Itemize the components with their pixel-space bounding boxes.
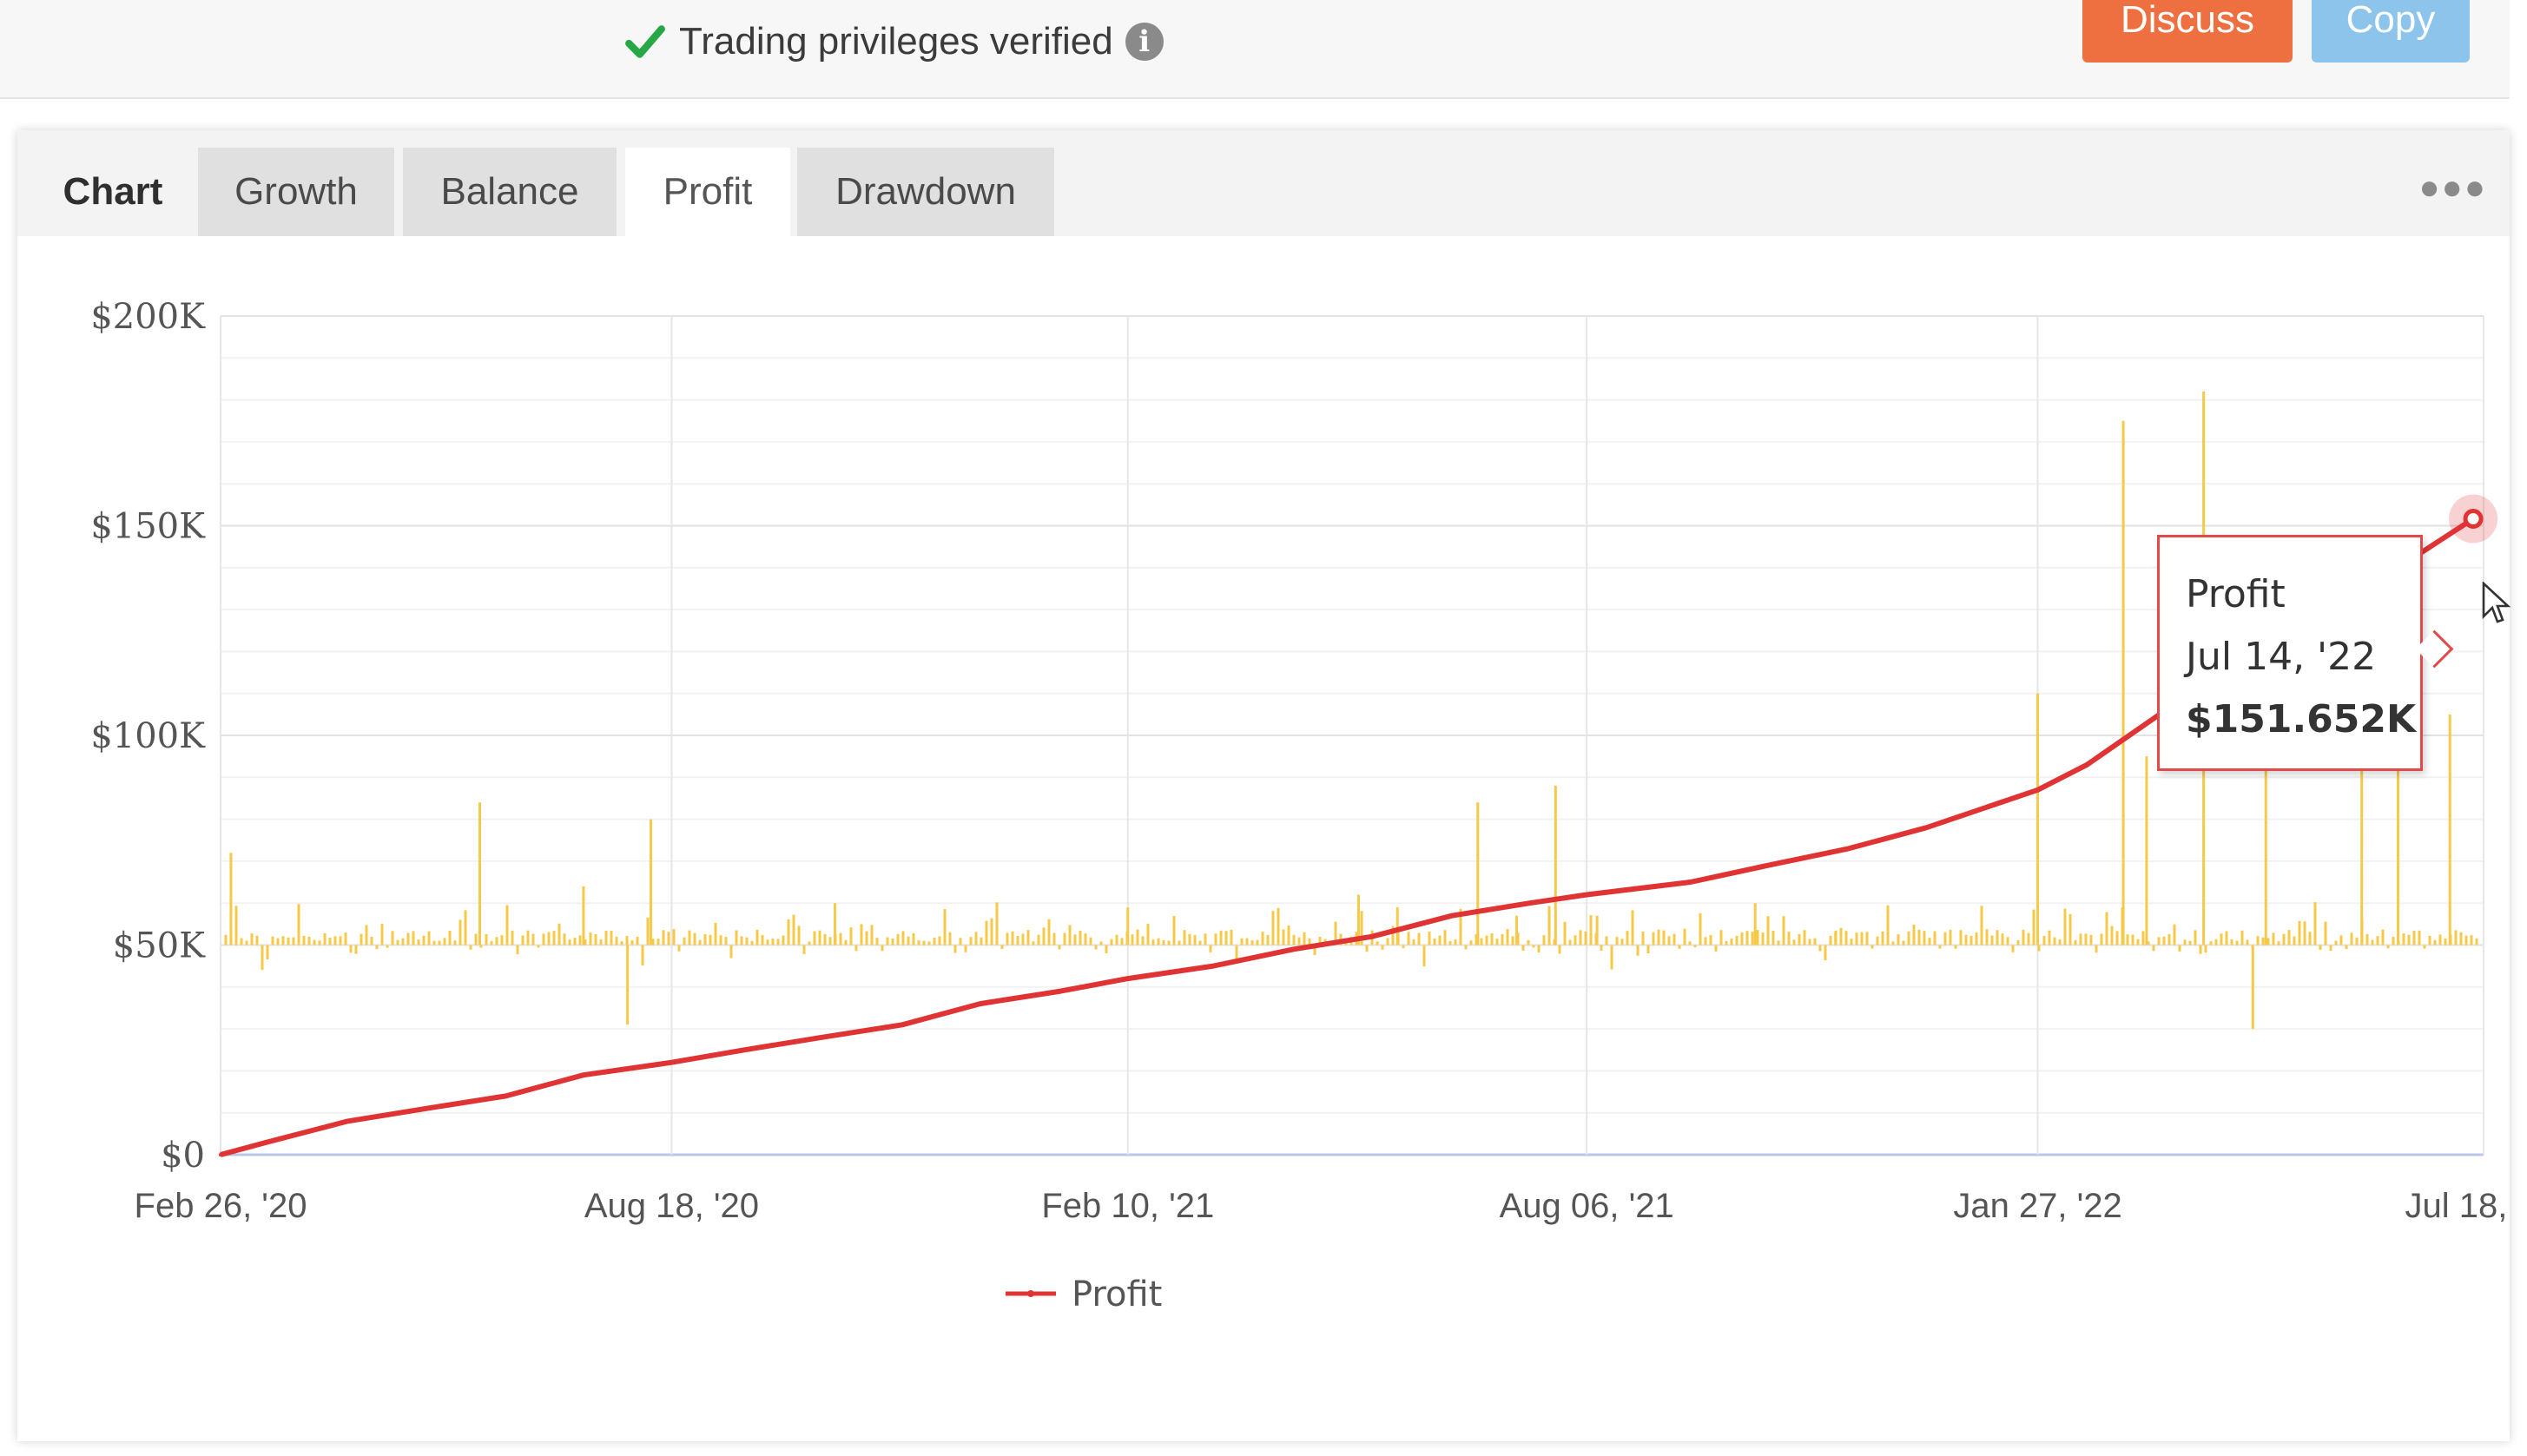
y-tick-label: $150K — [90, 507, 206, 547]
verified-status: Trading privileges verified i — [624, 16, 1164, 68]
chart-panel: Chart Growth Balance Profit Drawdown ●●●… — [17, 130, 2511, 1441]
profit-point — [504, 1094, 508, 1098]
profit-point — [346, 1119, 350, 1123]
profit-point — [2085, 762, 2089, 767]
tooltip-series: Profit — [2186, 572, 2286, 616]
tooltip-date: Jul 14, '22 — [2186, 635, 2377, 679]
profit-point — [1924, 826, 1929, 830]
profit-point — [2035, 787, 2040, 792]
profit-point — [978, 1002, 982, 1006]
chart-tooltip: Profit Jul 14, '22 $151.652K — [2157, 535, 2423, 771]
x-tick-label: Feb 26, '20 — [135, 1187, 307, 1225]
tab-drawdown[interactable]: Drawdown — [797, 148, 1054, 236]
profit-point — [1688, 880, 1692, 885]
profit-point — [219, 1153, 222, 1156]
verification-bar: Trading privileges verified i Discuss Co… — [0, 0, 2510, 99]
x-tick-label: Jan 27, '22 — [1953, 1187, 2121, 1225]
profit-point — [581, 1073, 585, 1077]
profit-point — [1449, 913, 1454, 918]
profit-point — [1291, 947, 1296, 952]
hover-point — [2463, 509, 2484, 530]
legend-marker — [1027, 1290, 1034, 1297]
tab-profit[interactable]: Profit — [625, 148, 790, 236]
profit-point — [1059, 989, 1063, 993]
profit-point — [423, 1106, 427, 1110]
profit-point — [1527, 901, 1532, 906]
profit-point — [1211, 964, 1216, 968]
profit-point — [901, 1023, 905, 1027]
cursor-icon — [2482, 582, 2511, 623]
profit-point — [820, 1035, 824, 1039]
profit-series-line — [220, 516, 2475, 1157]
x-tick-label: Aug 18, '20 — [584, 1187, 759, 1225]
more-horizontal-icon[interactable]: ●●● — [2419, 168, 2487, 208]
profit-point — [1846, 847, 1851, 851]
profit-chart: $0 $50K $100K $150K $200K Feb 26, '20 Aug 18, … — [90, 297, 2510, 1314]
profit-point — [1125, 977, 1130, 981]
tab-growth[interactable]: Growth — [198, 148, 394, 236]
tooltip-value: $151.652K — [2186, 697, 2417, 741]
y-tick-label: $50K — [113, 926, 206, 966]
info-icon[interactable]: i — [1125, 23, 1164, 61]
chart-tabs: Chart Growth Balance Profit Drawdown ●●● — [17, 130, 2510, 236]
legend-label: Profit — [1072, 1275, 1162, 1314]
discuss-button[interactable]: Discuss — [2082, 0, 2293, 63]
verified-text: Trading privileges verified — [679, 20, 1113, 63]
tab-chart: Chart — [63, 170, 163, 213]
y-tick-label: $0 — [161, 1136, 205, 1176]
y-tick-label: $100K — [90, 716, 206, 756]
profit-point — [1585, 893, 1589, 897]
check-icon — [625, 25, 665, 58]
x-tick-label: Feb 10, '21 — [1041, 1187, 1214, 1225]
x-tick-label: Jul 18, '22 — [2405, 1187, 2510, 1225]
profit-point — [1369, 934, 1374, 939]
profit-point — [670, 1060, 674, 1064]
tab-balance[interactable]: Balance — [403, 148, 617, 236]
profit-point — [742, 1048, 746, 1052]
y-tick-label: $200K — [90, 297, 206, 337]
profit-point — [1766, 863, 1771, 867]
profit-point — [265, 1140, 269, 1144]
x-tick-label: Aug 06, '21 — [1500, 1187, 1674, 1225]
copy-button[interactable]: Copy — [2312, 0, 2470, 63]
